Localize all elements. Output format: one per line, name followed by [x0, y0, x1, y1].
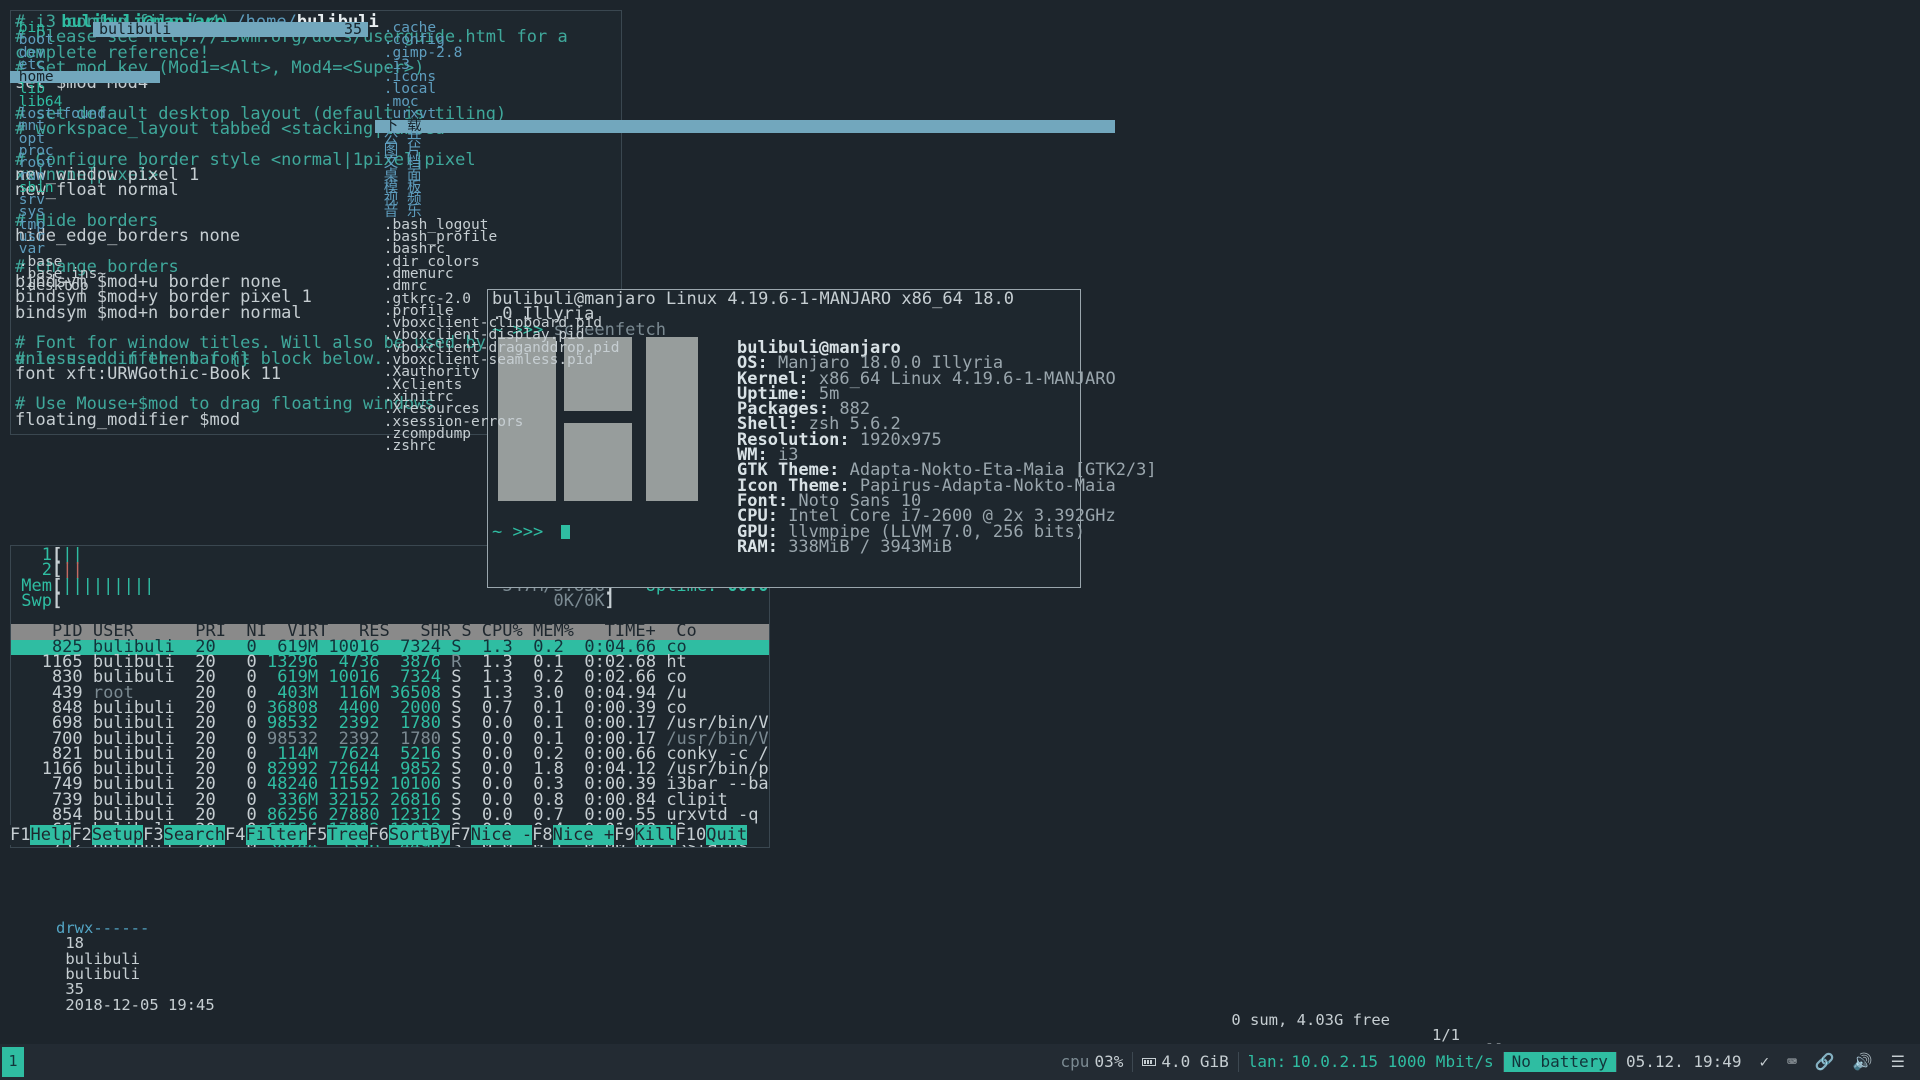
htop-meter: Swp[ 0K/0K] [11, 590, 615, 611]
htop-process-list[interactable]: 825 bulibuli 20 0 619M 10016 7324 S 1.3 … [11, 638, 769, 847]
htop-fkey-quit[interactable]: Quit [706, 825, 748, 845]
htop-fkey-sortby[interactable]: SortBy [388, 825, 451, 845]
network-label: lan: [1247, 1052, 1287, 1072]
ranger-column-root[interactable]: bin boot dev etc home lib lib64 lost+fou… [10, 21, 160, 295]
ranger-list-item[interactable]: .Xclients [375, 377, 1115, 392]
ranger-list-item[interactable]: .xinitrc [375, 390, 1115, 405]
memory-block[interactable]: 4.0 GiB [1133, 1052, 1237, 1072]
ranger-list-item[interactable]: .desktop [10, 278, 160, 295]
ranger-list-item[interactable]: 桌 面 [375, 168, 1115, 183]
ranger-preview-name: bulibuli [99, 20, 172, 38]
ranger-list-item[interactable]: .i3 [375, 58, 1115, 73]
htop-function-keys[interactable]: F1HelpF2SetupF3SearchF4FilterF5TreeF6Sor… [10, 825, 770, 845]
volume-icon[interactable]: 🔊 [1844, 1054, 1882, 1070]
ranger-list-item[interactable]: .moc [375, 95, 1115, 110]
htop-fkey-number: F7 [450, 825, 471, 845]
htop-fkey-kill[interactable]: Kill [634, 825, 676, 845]
datetime-block[interactable]: 05.12. 19:49 [1617, 1054, 1751, 1070]
ranger-list-item[interactable]: .config [375, 33, 1115, 48]
ranger-free-space: 0 sum, 4.03G free [1231, 1010, 1390, 1029]
battery-block[interactable]: No battery [1503, 1052, 1616, 1072]
htop-fkey-nice[interactable]: Nice - [470, 825, 533, 845]
ranger-list-item[interactable]: 视 频 [375, 193, 1115, 208]
screenfetch-info-line: RAM: 338MiB / 3943MiB [737, 536, 952, 557]
htop-fkey-setup[interactable]: Setup [91, 825, 144, 845]
memory-value: 4.0 GiB [1161, 1052, 1229, 1072]
htop-fkey-number: F3 [143, 825, 164, 845]
ranger-list-item[interactable]: .vboxclient-seamless.pid [375, 353, 1115, 368]
check-icon[interactable]: ✓ [1751, 1054, 1779, 1070]
ranger-preview-count: 35 [343, 20, 362, 38]
ranger-list-item[interactable]: .zcompdump [375, 427, 1115, 442]
htop-fkey-number: F10 [675, 825, 707, 845]
cpu-block[interactable]: cpu 03% [1052, 1052, 1133, 1072]
network-block[interactable]: lan: 10.0.2.15 1000 Mbit/s [1239, 1052, 1503, 1072]
ranger-list-item[interactable]: .dmenurc [375, 267, 1115, 282]
htop-fkey-number: F9 [614, 825, 635, 845]
ranger-list-item[interactable]: .zshrc [375, 438, 1115, 455]
ranger-list-item[interactable]: 下 载 [375, 119, 1115, 134]
i3-status-bar[interactable]: 1 cpu 03% 4.0 GiB lan: 10.0.2.15 1000 Mb… [0, 1044, 1920, 1080]
ranger-position: 1/1 [1432, 1026, 1460, 1045]
workspace-button-1[interactable]: 1 [2, 1047, 24, 1077]
ranger-preview-bar: bulibuli 35 [93, 22, 368, 37]
ranger-list-item[interactable]: .bash_profile [375, 230, 1115, 245]
ranger-list-item[interactable]: .dir_colors [375, 254, 1115, 269]
htop-fkey-number: F1 [10, 825, 31, 845]
htop-fkey-tree[interactable]: Tree [327, 825, 369, 845]
ranger-list-item[interactable]: .Xauthority [375, 365, 1115, 380]
ranger-list-item[interactable]: .cache [375, 21, 1115, 36]
ranger-list-item[interactable]: .xsession-errors [375, 414, 1115, 429]
terminal-cursor [561, 525, 571, 539]
ranger-list-item[interactable]: 图 片 [375, 144, 1115, 159]
ranger-list-item[interactable]: .gtkrc-2.0 [375, 291, 1115, 306]
menu-icon[interactable]: ☰ [1882, 1054, 1914, 1070]
ranger-list-item[interactable]: .bashrc [375, 242, 1115, 257]
network-value: 10.0.2.15 1000 Mbit/s [1291, 1052, 1494, 1072]
htop-window[interactable]: 1[|| 2.0%] Tasks: 59, 63 2[|| 2.7%] Load… [10, 545, 770, 848]
ranger-list-item[interactable]: 文 档 [375, 156, 1115, 171]
cpu-value: 03% [1094, 1052, 1124, 1072]
htop-fkey-number: F2 [71, 825, 92, 845]
htop-fkey-search[interactable]: Search [163, 825, 226, 845]
i3-desktop: # i3 config file (v4)# Please see http:/… [0, 0, 1920, 1080]
keyboard-icon[interactable]: ⌨ [1778, 1054, 1806, 1070]
ranger-list-item[interactable]: .icons [375, 70, 1115, 85]
terminal-prompt-line-2[interactable]: ~ >>> [492, 524, 571, 541]
htop-fkey-number: F6 [368, 825, 389, 845]
ranger-list-item[interactable]: .dmrc [375, 279, 1115, 294]
ranger-list-item[interactable]: .gimp-2.8 [375, 45, 1115, 60]
htop-fkey-filter[interactable]: Filter [245, 825, 307, 845]
memory-icon [1142, 1056, 1157, 1068]
link-icon[interactable]: 🔗 [1806, 1054, 1844, 1070]
htop-fkey-nice[interactable]: Nice + [552, 825, 615, 845]
ranger-list-item[interactable]: .urxvt [375, 107, 1115, 122]
ranger-item-label: .zshrc [375, 438, 437, 455]
ranger-list-item[interactable]: 模 板 [375, 181, 1115, 196]
ranger-column-home[interactable]: .cache .config .gimp-2.8 .i3 .icons .loc… [375, 21, 1115, 455]
ranger-list-item[interactable]: 公 共 [375, 131, 1115, 146]
status-blocks: cpu 03% 4.0 GiB lan: 10.0.2.15 1000 Mbit… [1052, 1052, 1920, 1072]
ranger-item-label: .desktop [10, 278, 89, 295]
htop-fkey-number: F8 [532, 825, 553, 845]
ranger-list-item[interactable]: .local [375, 82, 1115, 97]
htop-fkey-number: F5 [306, 825, 328, 845]
htop-fkey-number: F4 [225, 825, 246, 845]
htop-fkey-help[interactable]: Help [30, 825, 72, 845]
